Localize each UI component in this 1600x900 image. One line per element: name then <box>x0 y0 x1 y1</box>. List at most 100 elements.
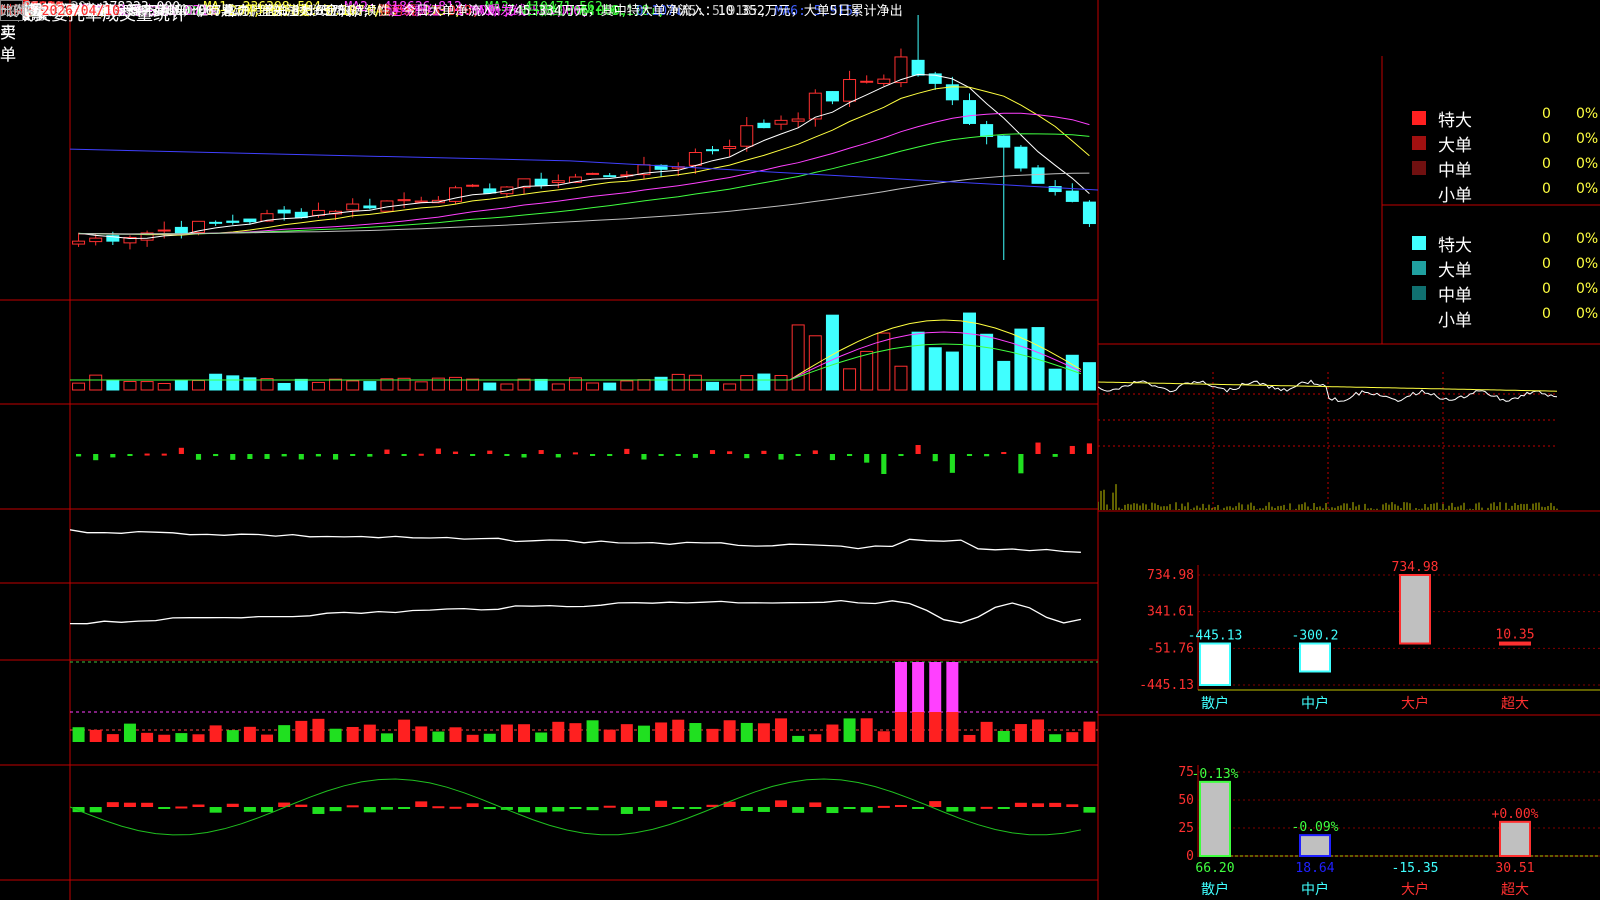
research-bar <box>672 807 685 810</box>
fund-flow-bar <box>127 454 133 456</box>
order-type-label: 小单 <box>1438 186 1472 206</box>
volume-bar <box>740 375 754 391</box>
order-percent: 0% <box>1576 156 1599 172</box>
activity-bar <box>363 724 376 742</box>
sz-monitor-value-label: -300.2 <box>1292 629 1339 644</box>
activity-bar <box>740 722 753 742</box>
sz-class-pct-label: +0.00% <box>1492 807 1539 822</box>
candle-body <box>911 59 925 76</box>
volume-bar <box>174 379 188 391</box>
fund-flow-bar <box>315 454 322 457</box>
fund-flow-bar <box>1018 454 1024 474</box>
research-bar <box>363 807 376 813</box>
fund-flow-bar <box>161 453 167 456</box>
activity-bar <box>312 718 325 742</box>
order-type-label: 大单 <box>1438 261 1472 281</box>
order-percent: 0% <box>1576 106 1599 122</box>
order-type-label: 特大 <box>1438 111 1472 131</box>
research-bar <box>1066 804 1079 807</box>
candle-body <box>740 125 754 147</box>
ai-research-chart[interactable] <box>70 765 1098 880</box>
research-bar <box>89 807 102 813</box>
activity-bar <box>552 721 565 742</box>
candle-body <box>363 205 377 209</box>
order-count: 0 <box>1542 131 1551 147</box>
fund-flow-bar <box>384 449 390 454</box>
volume-bar <box>757 373 771 391</box>
volume-bar <box>483 382 497 391</box>
research-bar <box>141 802 154 807</box>
fund-flow-bar <box>367 454 373 457</box>
activity-bar <box>89 729 102 742</box>
volume-bar <box>1082 362 1096 391</box>
intraday-chart[interactable] <box>1098 372 1558 510</box>
research-bar <box>243 807 256 812</box>
volume-bar <box>72 382 86 391</box>
activity-bar <box>483 733 496 742</box>
candle-body <box>174 226 188 234</box>
fund-flow-bar <box>555 454 561 458</box>
sz-class-chart[interactable]: 7550250-0.13%66.20散户-0.09%18.64中户-15.35大… <box>1098 760 1600 900</box>
candle-body <box>808 92 822 120</box>
activity-bar <box>826 724 839 742</box>
research-bar <box>929 801 942 807</box>
activity-bar <box>535 732 548 742</box>
fund-flow-bar <box>487 450 493 454</box>
sz-class-bar <box>1499 820 1531 857</box>
kline-chart[interactable] <box>70 0 1098 300</box>
fund-flow-bar <box>915 445 921 454</box>
sz-class-pct-label: -0.13% <box>1192 767 1239 782</box>
fund-flow-bar <box>110 454 116 458</box>
research-bar <box>123 802 136 807</box>
svzl-chart[interactable] <box>70 509 1098 583</box>
sz-monitor-bar <box>1199 642 1231 686</box>
research-bar <box>158 807 171 809</box>
activity-bar <box>1066 732 1079 742</box>
candle-body <box>277 209 291 214</box>
fund-flow-bar <box>984 454 990 457</box>
volume-bar <box>808 335 822 391</box>
activity-bar <box>792 735 805 742</box>
research-bar <box>483 807 496 810</box>
order-color-swatch <box>1412 236 1426 250</box>
volume-bar <box>997 360 1011 391</box>
fund-flow-bar <box>332 454 339 460</box>
volume-chart[interactable] <box>70 300 1098 404</box>
activity-bar <box>123 723 136 742</box>
research-bar <box>535 807 548 813</box>
fund-flow-bar <box>761 450 767 454</box>
svzj-chart[interactable] <box>70 404 1098 509</box>
sz-class-category: 中户 <box>1301 881 1329 898</box>
research-bar <box>380 807 393 810</box>
order-type-label: 中单 <box>1438 161 1472 181</box>
sz-monitor-ytick: -51.76 <box>1147 641 1194 656</box>
activity-bar-base <box>894 712 907 742</box>
order-color-swatch <box>1412 136 1426 150</box>
fund-flow-bar <box>658 454 664 456</box>
volume-bar <box>620 380 634 391</box>
research-bar <box>757 807 770 812</box>
fund-flow-bar <box>1001 452 1007 455</box>
candle-body <box>1014 146 1028 169</box>
volume-bar <box>671 373 685 391</box>
research-bar <box>398 807 411 809</box>
order-color-swatch <box>1412 161 1426 175</box>
volume-bar <box>688 374 702 391</box>
retail-holding-line <box>70 599 1082 625</box>
volume-bar <box>157 382 171 391</box>
volume-bar <box>963 312 976 391</box>
sz-monitor-bar <box>1399 574 1431 645</box>
volume-bar <box>466 378 480 391</box>
order-count: 0 <box>1542 231 1551 247</box>
svsh-chart[interactable] <box>70 583 1098 660</box>
ai-activity-chart[interactable] <box>70 660 1098 765</box>
research-bar <box>226 803 239 807</box>
volume-bar <box>723 383 737 391</box>
activity-bar <box>175 733 188 742</box>
volume-bar <box>363 381 377 391</box>
volume-bar <box>500 383 514 391</box>
sz-monitor-chart[interactable]: 734.98341.61-51.76-445.13-445.13散户-300.2… <box>1098 555 1600 715</box>
order-type-label: 大单 <box>1438 136 1472 156</box>
fund-flow-bar <box>829 454 836 461</box>
candle-body <box>209 221 223 224</box>
